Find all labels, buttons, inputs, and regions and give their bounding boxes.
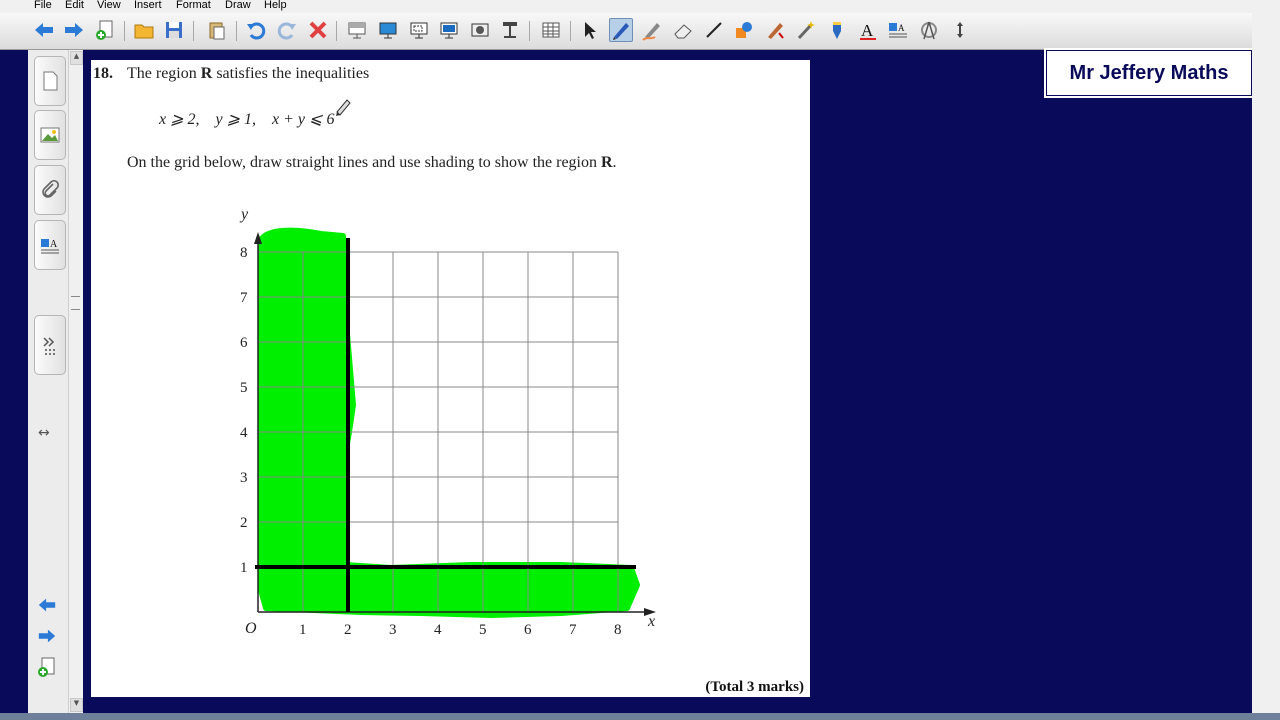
y-tick-label: 1: [240, 560, 248, 576]
x-tick-label: 3: [389, 622, 397, 638]
gallery-tab[interactable]: [34, 110, 66, 160]
menu-file[interactable]: File: [34, 0, 52, 11]
delete-icon[interactable]: [306, 18, 330, 42]
menu-insert[interactable]: Insert: [134, 0, 162, 11]
page-sorter-icon: [43, 71, 58, 91]
pen-cursor-icon: [336, 99, 351, 116]
back-arrow-icon[interactable]: [32, 18, 56, 42]
y-tick-label: 5: [240, 380, 248, 396]
x-tick-label: 7: [569, 622, 577, 638]
y-tick-label: 7: [240, 290, 248, 306]
x-tick-label: 4: [434, 622, 442, 638]
save-icon[interactable]: [162, 18, 186, 42]
eraser-icon[interactable]: [671, 18, 695, 42]
whiteboard-page[interactable]: 18. The region R satisfies the inequalit…: [91, 60, 810, 697]
x-tick-label: 5: [479, 622, 487, 638]
x-tick-label: 6: [524, 622, 532, 638]
toolbar: A A: [0, 13, 1252, 50]
add-page-icon[interactable]: [93, 18, 117, 42]
monitor-icon[interactable]: [437, 18, 461, 42]
paste-icon[interactable]: [205, 18, 229, 42]
green-shading: [258, 227, 640, 618]
table-icon[interactable]: [539, 18, 563, 42]
properties-icon[interactable]: A: [886, 18, 910, 42]
y-tick-label: 6: [240, 335, 248, 351]
y-tick-label: 2: [240, 515, 248, 531]
graph: 1 2 3 4 5 6 7 8 1 2 3 4 5 6 7 8 x y O: [239, 99, 656, 638]
x-axis-label: x: [647, 613, 655, 630]
menu-help[interactable]: Help: [264, 0, 287, 11]
collapse-sidebar-tab[interactable]: [34, 315, 66, 375]
x-tick-label: 1: [299, 622, 307, 638]
gallery-icon: [40, 127, 60, 143]
properties-icon: A: [41, 239, 59, 254]
open-folder-icon[interactable]: [132, 18, 156, 42]
page-sorter-tab[interactable]: [34, 56, 66, 106]
fill-icon[interactable]: [763, 18, 787, 42]
shapes-icon[interactable]: [732, 18, 756, 42]
attachments-tab[interactable]: [34, 165, 66, 215]
vertical-scrollbar[interactable]: ▲ ▼: [68, 50, 83, 713]
text-icon[interactable]: A: [856, 18, 880, 42]
scroll-grip[interactable]: [71, 296, 80, 310]
scroll-down-icon[interactable]: ▼: [70, 698, 83, 712]
resize-horizontal-icon[interactable]: ↔: [38, 425, 50, 441]
screen-recorder-icon[interactable]: [468, 18, 492, 42]
line-icon[interactable]: [702, 18, 726, 42]
measurement-icon[interactable]: [917, 18, 941, 42]
y-tick-label: 4: [240, 425, 248, 441]
menu-view[interactable]: View: [97, 0, 121, 11]
y-tick-label: 3: [240, 470, 248, 486]
total-marks: (Total 3 marks): [705, 679, 804, 695]
undo-icon[interactable]: [244, 18, 268, 42]
svg-text:A: A: [50, 239, 58, 250]
move-toolbar-icon[interactable]: [948, 18, 972, 42]
document-camera-icon[interactable]: [498, 18, 522, 42]
y-tick-label: 8: [240, 245, 248, 261]
screen-shade-icon[interactable]: [345, 18, 369, 42]
redo-icon[interactable]: [275, 18, 299, 42]
display-icon[interactable]: [376, 18, 400, 42]
creative-pen-icon[interactable]: [640, 18, 664, 42]
scroll-up-icon[interactable]: ▲: [70, 51, 83, 65]
x-tick-label: 8: [614, 622, 622, 638]
next-page-icon[interactable]: [34, 626, 60, 650]
forward-arrow-icon[interactable]: [62, 18, 86, 42]
origin-label: O: [245, 620, 257, 637]
magic-pen-icon[interactable]: [794, 18, 818, 42]
x-tick-label: 2: [344, 622, 352, 638]
highlighter-icon[interactable]: [825, 18, 849, 42]
paperclip-icon: [42, 179, 60, 198]
double-chevron-icon: [43, 337, 55, 355]
sidebar: A ↔: [28, 50, 69, 713]
left-background-strip: [0, 50, 28, 713]
y-axis-label: y: [239, 206, 249, 223]
taskbar: [0, 713, 1280, 720]
pen-icon[interactable]: [609, 18, 633, 42]
menu-draw[interactable]: Draw: [225, 0, 251, 11]
right-edge: [1252, 13, 1280, 713]
menu-format[interactable]: Format: [176, 0, 211, 11]
menu-bar: File Edit View Insert Format Draw Help: [0, 0, 1280, 13]
brand-label: Mr Jeffery Maths: [1046, 50, 1252, 96]
svg-text:A: A: [861, 21, 874, 40]
previous-page-icon[interactable]: [34, 595, 60, 619]
add-page-icon[interactable]: [36, 656, 58, 682]
select-pointer-icon[interactable]: [578, 18, 602, 42]
capture-icon[interactable]: [407, 18, 431, 42]
svg-text:A: A: [898, 23, 905, 33]
properties-tab[interactable]: A: [34, 220, 66, 270]
menu-edit[interactable]: Edit: [65, 0, 84, 11]
